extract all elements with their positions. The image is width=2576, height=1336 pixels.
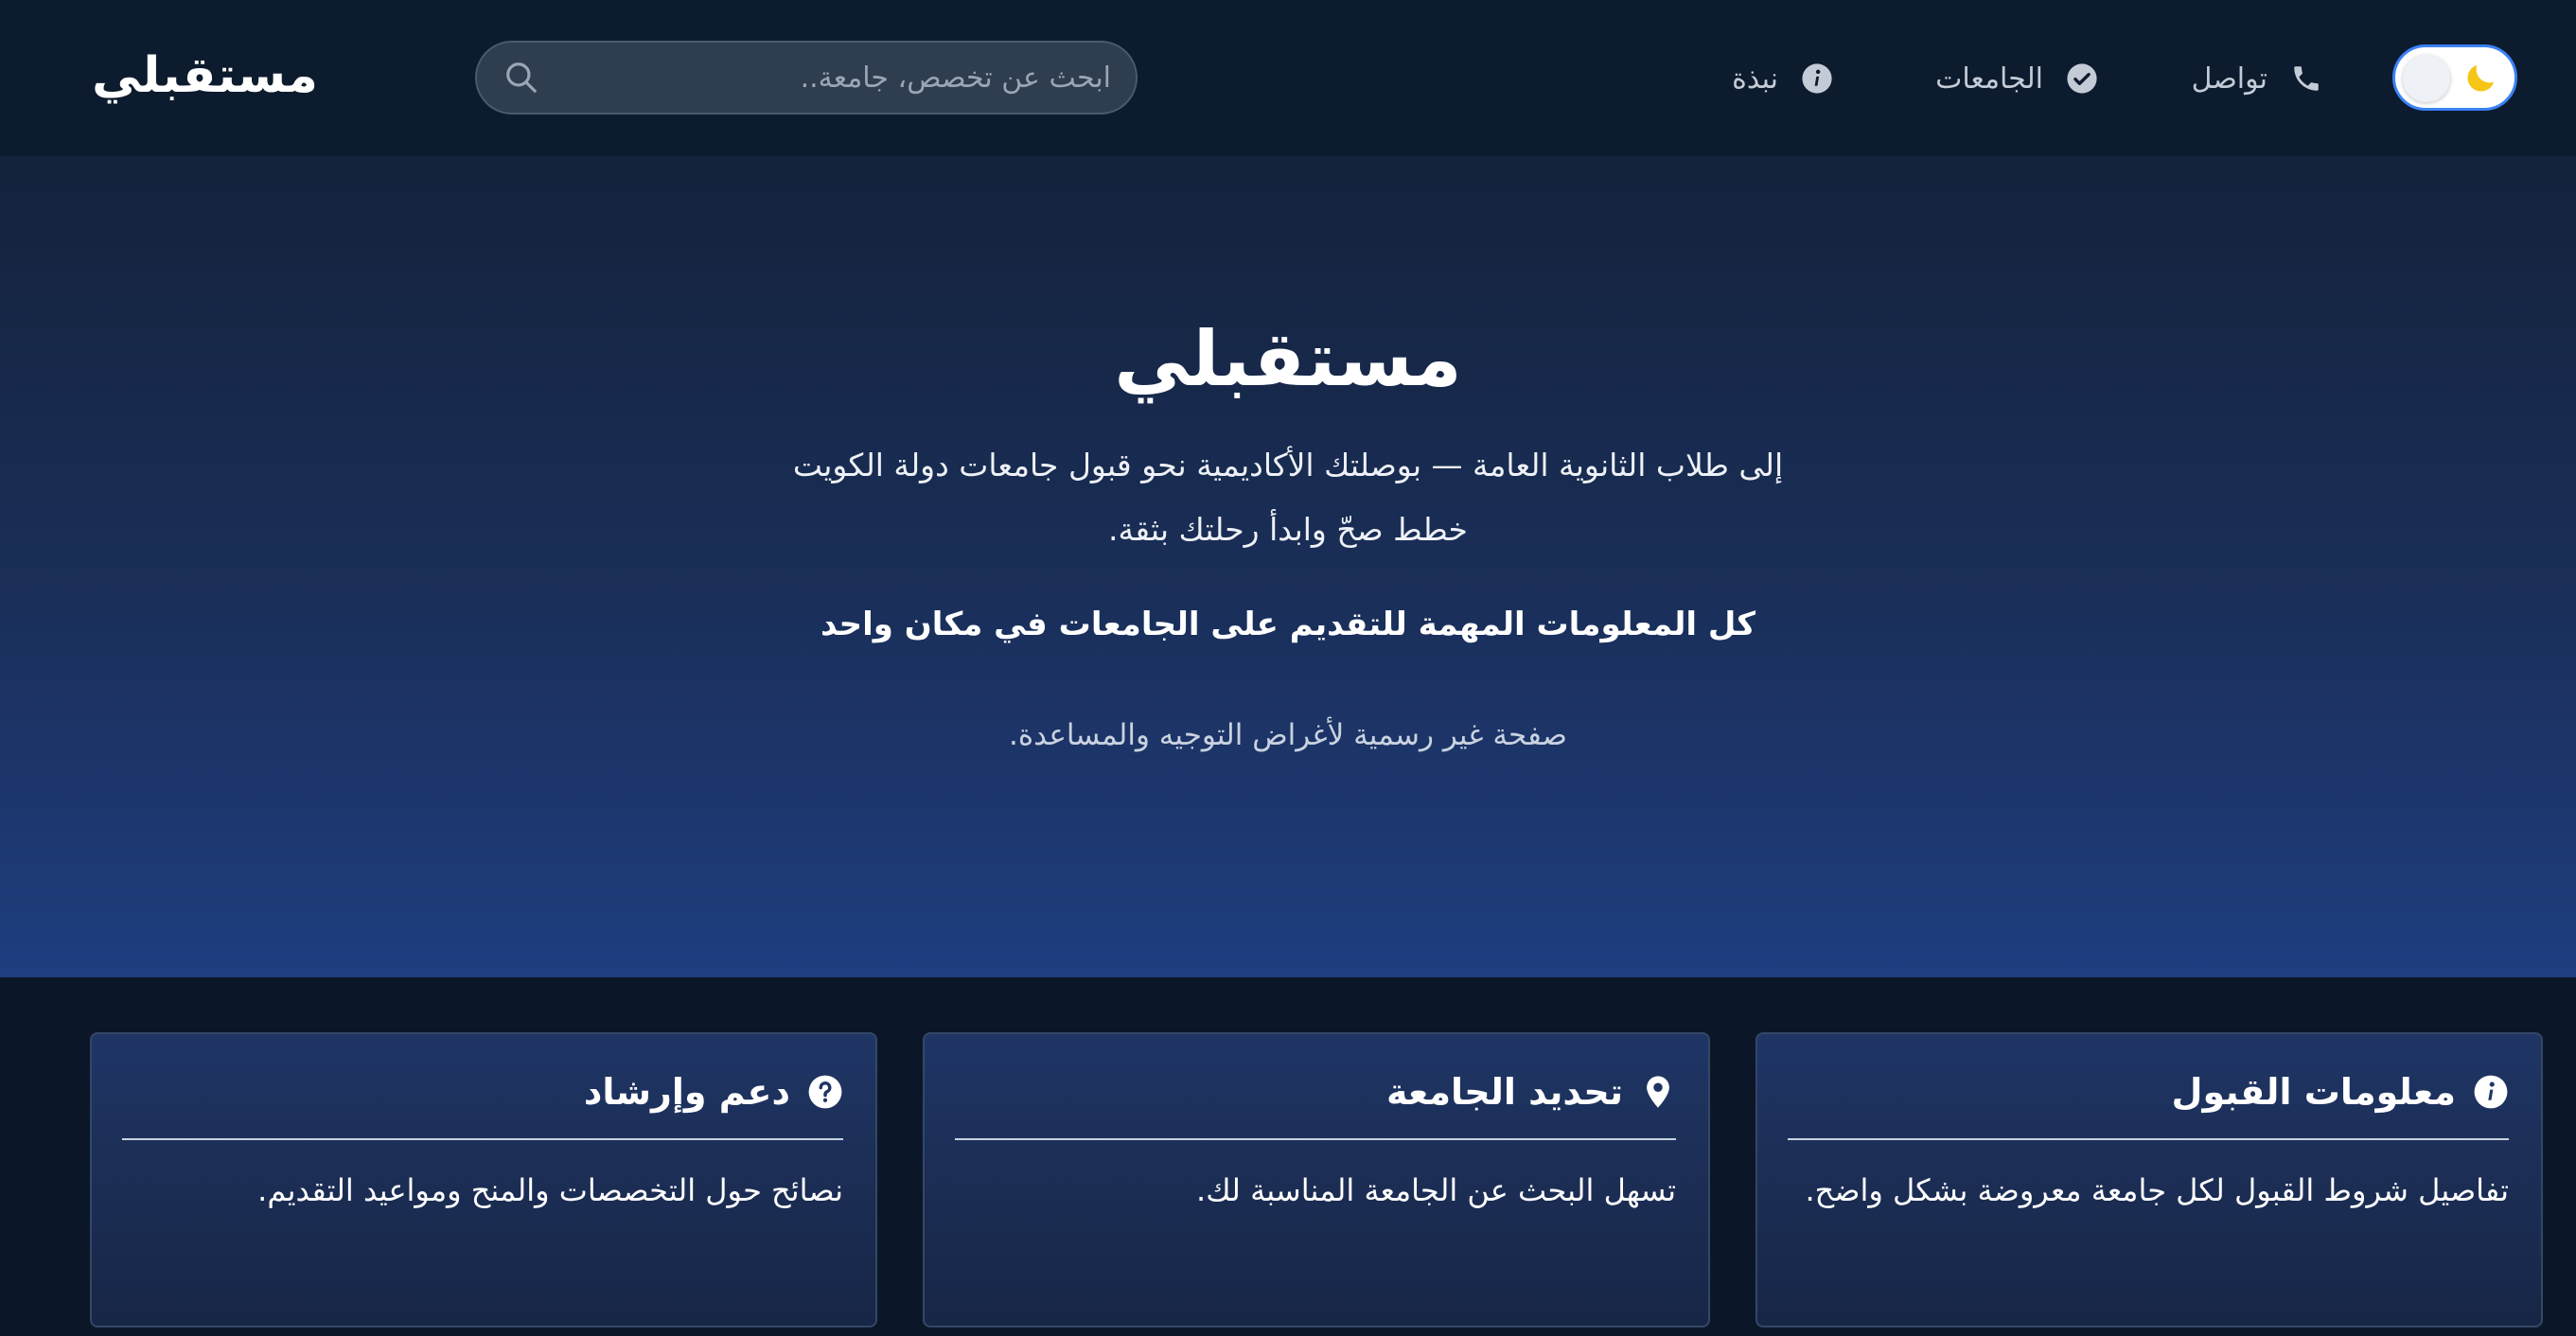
question-circle-icon <box>808 1075 842 1109</box>
nav-contact-link[interactable]: تواصل <box>2192 49 2322 108</box>
info-icon <box>1802 63 1832 94</box>
search-input[interactable] <box>553 43 1111 113</box>
feature-card-title: تحديد الجامعة <box>1385 1071 1623 1113</box>
features-section: معلومات القبول تفاصيل شروط القبول لكل جا… <box>0 977 2576 1336</box>
brand-logo[interactable]: مستقبلي <box>92 38 318 114</box>
feature-card-find-university: تحديد الجامعة تسهل البحث عن الجامعة المن… <box>923 1032 1710 1327</box>
nav-contact-label: تواصل <box>2191 62 2267 96</box>
feature-card-header: تحديد الجامعة <box>1386 1063 1676 1121</box>
info-icon <box>2474 1075 2508 1109</box>
card-divider <box>1788 1138 2509 1140</box>
theme-toggle[interactable] <box>2392 44 2517 111</box>
search-bar <box>475 41 1138 114</box>
feature-card-body: نصائح حول التخصصات والمنح ومواعيد التقدي… <box>257 1172 843 1208</box>
feature-card-admission-info: معلومات القبول تفاصيل شروط القبول لكل جا… <box>1756 1032 2543 1327</box>
hero-tagline: كل المعلومات المهمة للتقديم على الجامعات… <box>820 606 1756 643</box>
feature-card-title: معلومات القبول <box>2171 1071 2456 1113</box>
feature-card-support: دعم وإرشاد نصائح حول التخصصات والمنح ومو… <box>90 1032 877 1327</box>
card-divider <box>955 1138 1676 1140</box>
nav-about-link[interactable]: نبذة <box>1732 49 1833 108</box>
search-icon[interactable] <box>503 60 539 96</box>
phone-icon <box>2294 66 2319 91</box>
check-circle-icon <box>2067 63 2097 94</box>
hero-subtitle-line1: إلى طلاب الثانوية العامة — بوصلتك الأكاد… <box>792 447 1784 483</box>
page: تواصل الجامعات نبذة مستقبلي <box>0 0 2576 1336</box>
hero-title: مستقبلي <box>1114 315 1462 403</box>
feature-card-title: دعم وإرشاد <box>583 1071 790 1113</box>
nav-universities-label: الجامعات <box>1935 62 2043 96</box>
card-divider <box>122 1138 843 1140</box>
location-pin-icon <box>1647 1076 1669 1108</box>
feature-card-body: تسهل البحث عن الجامعة المناسبة لك. <box>1196 1172 1676 1208</box>
feature-card-header: دعم وإرشاد <box>584 1063 843 1121</box>
toggle-knob[interactable] <box>2403 55 2450 102</box>
hero-section: مستقبلي إلى طلاب الثانوية العامة — بوصلت… <box>0 156 2576 977</box>
navbar: تواصل الجامعات نبذة مستقبلي <box>0 0 2576 156</box>
hero-subtitle-line2: خطط صحّ وابدأ رحلتك بثقة. <box>1108 511 1468 548</box>
hero-disclaimer: صفحة غير رسمية لأغراض التوجيه والمساعدة. <box>1009 718 1567 752</box>
nav-universities-link[interactable]: الجامعات <box>1935 49 2098 108</box>
moon-icon <box>2467 64 2495 92</box>
nav-about-label: نبذة <box>1732 62 1778 96</box>
feature-card-body: تفاصيل شروط القبول لكل جامعة معروضة بشكل… <box>1805 1172 2509 1208</box>
feature-card-header: معلومات القبول <box>2172 1063 2509 1121</box>
